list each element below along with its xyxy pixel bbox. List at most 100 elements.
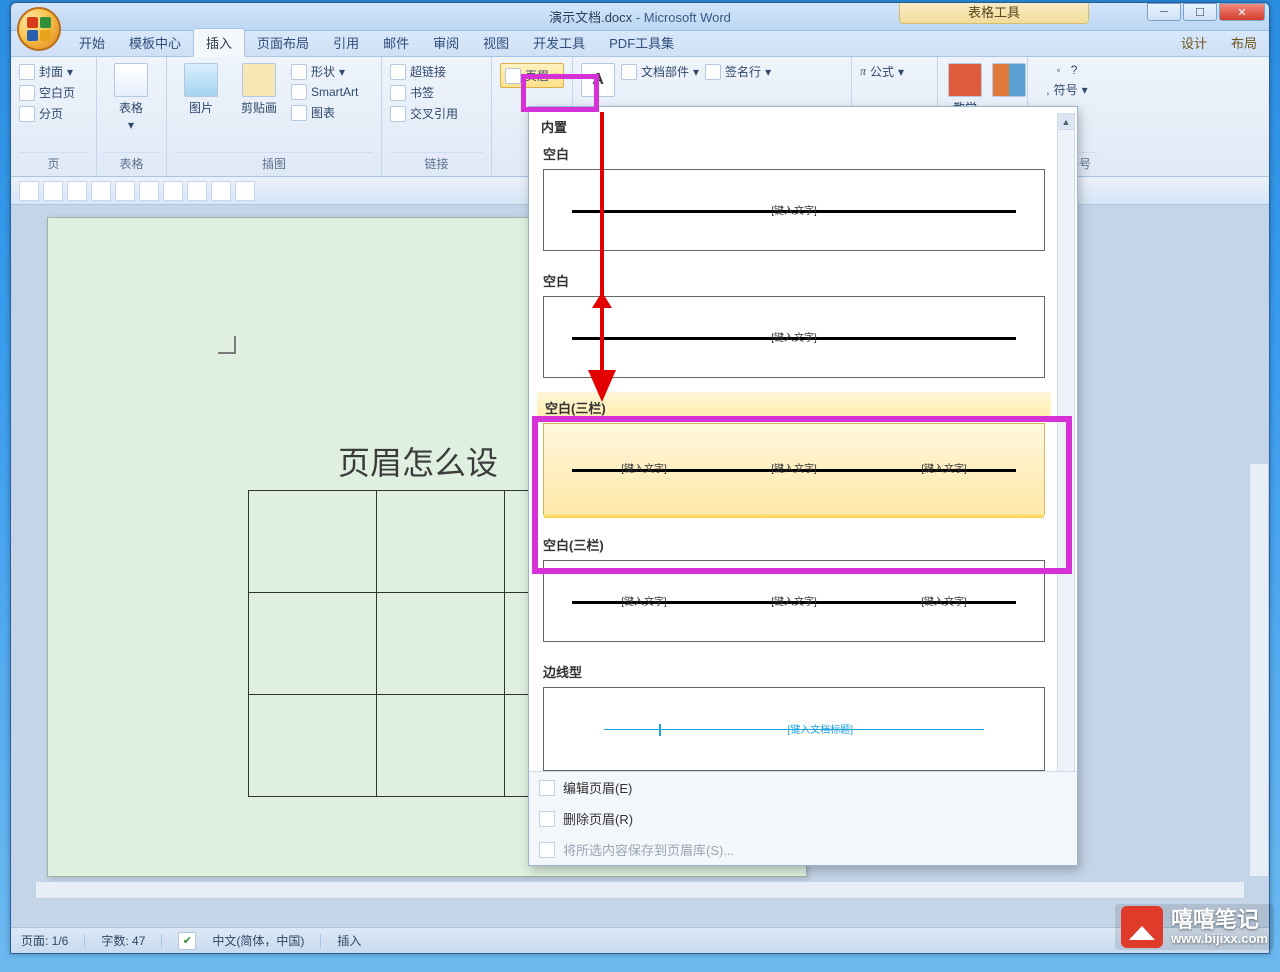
tab-pdf[interactable]: PDF工具集: [597, 29, 686, 56]
tab-review[interactable]: 审阅: [421, 29, 471, 56]
gallery-item-blank-1[interactable]: [键入文字]: [543, 169, 1045, 251]
gallery-item-blank-3col-selected[interactable]: [键入文字] [键入文字] [键入文字]: [543, 423, 1045, 515]
header-icon: [505, 68, 521, 84]
maximize-button[interactable]: ☐: [1183, 3, 1217, 21]
tab-developer[interactable]: 开发工具: [521, 29, 597, 56]
header-gallery-dropdown: 内置 空白 [键入文字] 空白 [键入文字] 空白(三栏) [键入文字] [键入…: [528, 106, 1078, 866]
cover-page-button[interactable]: 封面 ▾: [19, 63, 75, 80]
gallery-item-title: 空白: [535, 265, 1053, 292]
clipart-icon: [242, 63, 276, 97]
table-button[interactable]: 表格▾: [105, 61, 157, 134]
qat-item[interactable]: [115, 181, 135, 201]
bookmark-button[interactable]: 书签: [390, 84, 458, 101]
qat-save[interactable]: [19, 181, 39, 201]
qat-item[interactable]: [187, 181, 207, 201]
gallery-scrollbar[interactable]: ▲ ▼: [1057, 113, 1075, 825]
blank-icon: [19, 85, 35, 101]
status-words[interactable]: 字数: 47: [101, 932, 145, 949]
save-icon: [539, 842, 555, 858]
tab-pagelayout[interactable]: 页面布局: [245, 29, 321, 56]
tab-insert[interactable]: 插入: [193, 28, 245, 57]
group-tables: 表格▾ 表格: [97, 57, 167, 176]
edit-header-cmd[interactable]: 编辑页眉(E): [529, 772, 1077, 803]
star-icon: [948, 63, 982, 97]
clipart-button[interactable]: 剪贴画: [233, 61, 285, 118]
status-bar: 页面: 1/6 字数: 47 ✔ 中文(简体，中国) 插入: [11, 927, 1269, 953]
qat-new[interactable]: [139, 181, 159, 201]
margin-marker: [218, 336, 236, 354]
watermark-name: 嘻嘻笔记: [1171, 909, 1268, 931]
tab-home[interactable]: 开始: [67, 29, 117, 56]
status-page[interactable]: 页面: 1/6: [21, 932, 68, 949]
watermark-url: www.bijixx.com: [1171, 931, 1268, 946]
hyperlink-button[interactable]: 超链接: [390, 63, 458, 80]
shapes-icon: [291, 64, 307, 80]
blocks-button[interactable]: [990, 61, 1028, 99]
signature-button[interactable]: 签名行 ▾: [705, 63, 771, 80]
tab-design[interactable]: 设计: [1169, 29, 1219, 56]
watermark-logo-icon: [1121, 906, 1163, 948]
tab-mailings[interactable]: 邮件: [371, 29, 421, 56]
vertical-scrollbar[interactable]: [1249, 463, 1269, 877]
parts-icon: [621, 64, 637, 80]
window-title: 演示文档.docx - Microsoft Word: [549, 7, 731, 26]
document-name: 演示文档.docx: [549, 10, 632, 25]
office-button[interactable]: [17, 7, 61, 51]
watermark: 嘻嘻笔记 www.bijixx.com: [1115, 904, 1274, 950]
bookmark-icon: [390, 85, 406, 101]
tab-references[interactable]: 引用: [321, 29, 371, 56]
window-controls: ─ ☐ ✕: [1145, 3, 1265, 21]
horizontal-scrollbar[interactable]: [35, 881, 1245, 899]
ribbon-tabs: 开始 模板中心 插入 页面布局 引用 邮件 审阅 视图 开发工具 PDF工具集 …: [11, 31, 1269, 57]
save-to-gallery-cmd: 将所选内容保存到页眉库(S)...: [529, 834, 1077, 865]
qat-item[interactable]: [43, 181, 63, 201]
chart-button[interactable]: 图表: [291, 104, 358, 121]
remove-icon: [539, 811, 555, 827]
picture-button[interactable]: 图片: [175, 61, 227, 118]
blank-page-button[interactable]: 空白页: [19, 84, 75, 101]
picture-icon: [184, 63, 218, 97]
gallery-item-title: 空白: [535, 138, 1053, 165]
hyperlink-icon: [390, 64, 406, 80]
page-break-button[interactable]: 分页: [19, 105, 75, 122]
spellcheck-icon[interactable]: ✔: [178, 932, 196, 950]
qat-print[interactable]: [163, 181, 183, 201]
tab-templates[interactable]: 模板中心: [117, 29, 193, 56]
qat-item[interactable]: [67, 181, 87, 201]
header-dropdown[interactable]: 页眉 ▾: [500, 63, 564, 88]
edit-icon: [539, 780, 555, 796]
scroll-up-icon[interactable]: ▲: [1058, 114, 1074, 130]
gallery-item-blank-2[interactable]: [键入文字]: [543, 296, 1045, 378]
title-bar: 演示文档.docx - Microsoft Word 表格工具 ─ ☐ ✕: [11, 3, 1269, 31]
textbox-button[interactable]: A: [581, 61, 615, 99]
textbox-icon: A: [581, 63, 615, 97]
close-button[interactable]: ✕: [1219, 3, 1265, 21]
cover-icon: [19, 64, 35, 80]
symbol-help[interactable]: ◦ ?: [1057, 63, 1078, 77]
gallery-section-label: 内置: [535, 113, 1053, 138]
smartart-icon: [291, 84, 307, 100]
tab-layout[interactable]: 布局: [1219, 29, 1269, 56]
symbol-button[interactable]: , 符号 ▾: [1046, 81, 1087, 98]
gallery-item-title: 空白(三栏): [535, 529, 1053, 556]
minimize-button[interactable]: ─: [1147, 3, 1181, 21]
gallery-item-blank-3col-2[interactable]: [键入文字] [键入文字] [键入文字]: [543, 560, 1045, 642]
remove-header-cmd[interactable]: 删除页眉(R): [529, 803, 1077, 834]
qat-open[interactable]: [91, 181, 111, 201]
equation-button[interactable]: π 公式 ▾: [860, 63, 904, 80]
quickparts-button[interactable]: 文档部件 ▾: [621, 63, 699, 80]
qat-undo[interactable]: [211, 181, 231, 201]
gallery-item-title: 空白(三栏): [537, 392, 1051, 419]
crossref-button[interactable]: 交叉引用: [390, 105, 458, 122]
qat-redo[interactable]: [235, 181, 255, 201]
break-icon: [19, 106, 35, 122]
document-heading: 页眉怎么设: [338, 438, 498, 484]
tab-view[interactable]: 视图: [471, 29, 521, 56]
gallery-item-border[interactable]: [键入文档标题]: [543, 687, 1045, 771]
smartart-button[interactable]: SmartArt: [291, 84, 358, 100]
table-icon: [114, 63, 148, 97]
status-language[interactable]: 中文(简体，中国): [212, 932, 304, 949]
shapes-button[interactable]: 形状 ▾: [291, 63, 358, 80]
gallery-footer-commands: 编辑页眉(E) 删除页眉(R) 将所选内容保存到页眉库(S)...: [529, 771, 1077, 865]
status-mode[interactable]: 插入: [337, 932, 361, 949]
